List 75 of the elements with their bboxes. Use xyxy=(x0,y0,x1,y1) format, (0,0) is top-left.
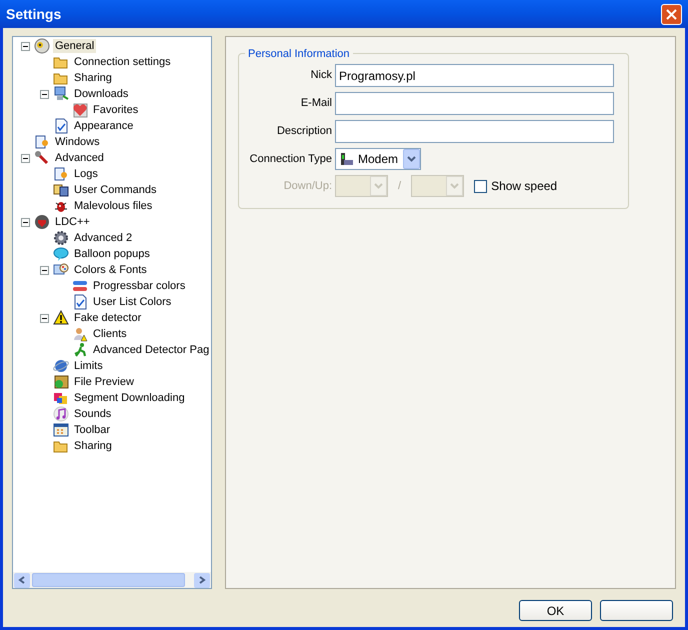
tree-item[interactable]: Progressbar colors xyxy=(91,279,188,293)
tree-item[interactable]: Connection settings xyxy=(72,55,173,69)
scroll-right-icon[interactable] xyxy=(194,572,210,588)
tree-item[interactable]: Balloon popups xyxy=(72,247,152,261)
tree-item[interactable]: Fake detector xyxy=(72,311,144,325)
close-icon xyxy=(666,8,677,20)
tree-item[interactable]: Logs xyxy=(72,167,100,181)
collapse-icon[interactable] xyxy=(21,42,30,50)
dialog-button[interactable] xyxy=(600,600,673,621)
connection-type-dropdown[interactable]: Modem xyxy=(335,148,421,170)
tree-item[interactable]: User List Colors xyxy=(91,295,174,309)
document-icon xyxy=(72,294,88,310)
tree-item[interactable]: Sharing xyxy=(72,71,114,85)
commands-icon xyxy=(53,182,69,198)
field-label: Nick xyxy=(310,68,333,84)
cube-icon xyxy=(53,390,69,406)
window-icon xyxy=(53,422,69,438)
dialog-button[interactable]: OK xyxy=(519,600,592,621)
scroll-thumb[interactable] xyxy=(32,573,185,587)
heart-icon xyxy=(72,102,88,118)
collapse-icon[interactable] xyxy=(21,154,30,162)
checkbox-label[interactable]: Show speed xyxy=(491,177,558,195)
scroll-left-icon[interactable] xyxy=(14,572,30,588)
collapse-icon[interactable] xyxy=(40,314,49,322)
field-label: Description xyxy=(276,124,333,140)
tree-item[interactable]: Advanced Detector Pag xyxy=(91,343,211,357)
text-field[interactable] xyxy=(335,92,614,115)
window-title: Settings xyxy=(6,4,62,24)
shield-icon xyxy=(34,214,50,230)
tree-item[interactable]: Sharing xyxy=(72,439,114,453)
text-field[interactable] xyxy=(335,120,614,143)
tree-item[interactable]: User Commands xyxy=(72,183,159,197)
gear-icon xyxy=(53,230,69,246)
tree-item[interactable]: Advanced xyxy=(53,151,106,165)
tree-item[interactable]: Colors & Fonts xyxy=(72,263,149,277)
notepad-icon xyxy=(53,166,69,182)
computer-icon xyxy=(53,86,69,102)
tree-item[interactable]: Windows xyxy=(53,135,102,149)
field-label: Connection Type xyxy=(248,152,333,167)
color-bars-icon xyxy=(72,278,88,294)
wrench-icon xyxy=(34,150,50,166)
tree-item[interactable]: Advanced 2 xyxy=(72,231,134,245)
notepad-icon xyxy=(34,134,50,150)
tree-item[interactable]: Appearance xyxy=(72,119,136,133)
tree-item[interactable]: Segment Downloading xyxy=(72,391,187,405)
text-field[interactable]: Programosy.pl xyxy=(335,64,614,87)
running-figure-icon xyxy=(72,342,88,358)
music-note-icon xyxy=(53,406,69,422)
horizontal-scrollbar[interactable] xyxy=(13,572,211,588)
field-label: E-Mail xyxy=(300,96,333,112)
film-icon xyxy=(53,374,69,390)
collapse-icon[interactable] xyxy=(40,266,49,274)
disc-icon xyxy=(34,38,50,54)
warning-icon xyxy=(53,310,69,326)
tree-item[interactable]: Limits xyxy=(72,359,105,373)
tree-item[interactable]: General xyxy=(53,39,96,53)
tree-item[interactable]: LDC++ xyxy=(53,215,92,229)
document-icon xyxy=(53,118,69,134)
field-label: Down/Up: xyxy=(282,178,333,194)
user-icon xyxy=(72,326,88,342)
tree-item[interactable]: Favorites xyxy=(91,103,140,117)
tree-item[interactable]: Malevolous files xyxy=(72,199,154,213)
tree-item[interactable]: Downloads xyxy=(72,87,130,101)
tree-item[interactable]: File Preview xyxy=(72,375,136,389)
close-button[interactable] xyxy=(661,4,682,24)
speech-balloon-icon xyxy=(53,246,69,262)
collapse-icon[interactable] xyxy=(40,90,49,98)
checkbox[interactable] xyxy=(474,180,488,192)
separator-text: / xyxy=(397,178,402,194)
tree-item[interactable]: Toolbar xyxy=(72,423,112,437)
tree-item[interactable]: Clients xyxy=(91,327,129,341)
globe-icon xyxy=(53,358,69,374)
collapse-icon[interactable] xyxy=(21,218,30,226)
modem-icon xyxy=(338,151,354,167)
tree-item[interactable]: Sounds xyxy=(72,407,114,421)
